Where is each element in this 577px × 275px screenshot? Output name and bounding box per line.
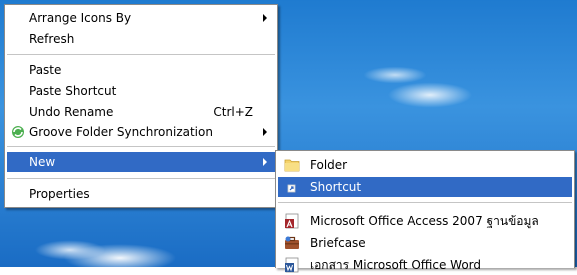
submenu-item-word-document[interactable]: เอกสาร Microsoft Office Word [278, 255, 572, 275]
submenu-arrow-icon [263, 158, 267, 166]
submenu-item-briefcase[interactable]: Briefcase [278, 233, 572, 253]
menu-item-refresh[interactable]: Refresh [7, 29, 275, 49]
submenu-item-label: เอกสาร Microsoft Office Word [310, 258, 482, 272]
submenu-item-access-database[interactable]: Microsoft Office Access 2007 ฐานข้อมูล [278, 211, 572, 231]
menu-separator [7, 146, 275, 147]
shortcut-icon [287, 184, 296, 193]
briefcase-icon [285, 236, 299, 249]
menu-item-label: Arrange Icons By [29, 11, 132, 25]
submenu-arrow-icon [263, 128, 267, 136]
submenu-item-label: Briefcase [310, 236, 366, 250]
menu-item-shortcut: Ctrl+Z [213, 105, 253, 119]
menu-item-new[interactable]: New [7, 152, 275, 172]
folder-icon [284, 159, 300, 172]
menu-separator [7, 54, 275, 55]
submenu-item-folder[interactable]: Folder [278, 155, 572, 175]
menu-item-label: Paste [29, 63, 62, 77]
menu-separator [7, 178, 275, 179]
menu-item-label: Groove Folder Synchronization [29, 125, 213, 139]
menu-item-label: New [29, 155, 56, 169]
submenu-item-shortcut[interactable]: Shortcut [278, 177, 572, 197]
groove-icon [12, 126, 24, 138]
menu-item-label: Properties [29, 187, 90, 201]
menu-item-label: Paste Shortcut [29, 84, 117, 98]
submenu-item-label: Microsoft Office Access 2007 ฐานข้อมูล [310, 214, 539, 228]
word-icon [285, 257, 299, 273]
new-submenu: Folder Shortcut Microsoft Office Access … [275, 150, 575, 273]
menu-item-label: Refresh [29, 32, 75, 46]
menu-item-paste[interactable]: Paste [7, 60, 275, 80]
menu-separator [278, 202, 572, 203]
menu-item-paste-shortcut[interactable]: Paste Shortcut [7, 81, 275, 101]
submenu-item-label: Folder [310, 158, 348, 172]
menu-item-undo-rename[interactable]: Undo Rename Ctrl+Z [7, 102, 275, 122]
menu-item-properties[interactable]: Properties [7, 184, 275, 204]
submenu-arrow-icon [263, 14, 267, 22]
menu-item-label: Undo Rename [29, 105, 114, 119]
submenu-item-label: Shortcut [310, 180, 362, 194]
menu-item-arrange-icons-by[interactable]: Arrange Icons By [7, 8, 275, 28]
desktop-context-menu: Arrange Icons By Refresh Paste Paste Sho… [4, 4, 278, 208]
menu-item-groove-folder-synchronization[interactable]: Groove Folder Synchronization [7, 122, 275, 142]
access-icon [285, 213, 299, 229]
